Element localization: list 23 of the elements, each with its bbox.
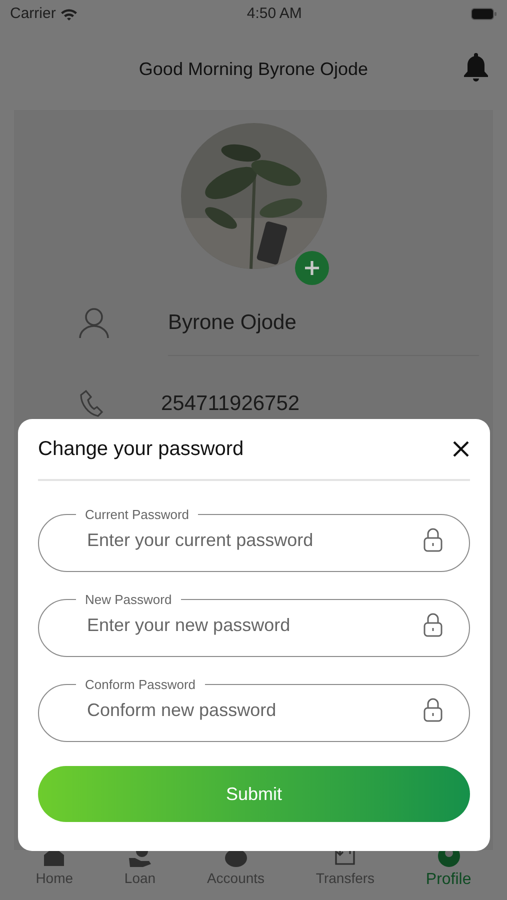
add-photo-button[interactable] [294, 251, 328, 285]
password-field[interactable]: Conform Password Conform new password [38, 678, 470, 742]
field-label: Current Password [84, 508, 190, 521]
notification-bell-icon[interactable] [463, 52, 489, 82]
submit-button[interactable]: Submit [38, 766, 470, 822]
user-icon [78, 307, 110, 339]
dialog-title: Change your password [38, 437, 244, 462]
lock-icon [423, 697, 443, 723]
field-label: New Password [84, 593, 173, 606]
phone-icon [78, 389, 104, 419]
status-time: 4:50 AM [246, 4, 302, 24]
wifi-icon [60, 8, 78, 20]
password-field[interactable]: Current Password Enter your current password [38, 508, 470, 572]
password-field[interactable]: New Password Enter your new password [38, 593, 470, 657]
lock-icon [423, 527, 443, 553]
phone-number: 254711926752 [161, 391, 300, 418]
carrier-text: Carrier [10, 4, 56, 24]
battery-icon [470, 8, 497, 20]
plus-icon [304, 260, 320, 276]
lock-icon [423, 612, 443, 638]
screen-title: Good Morning Byrone Ojode [138, 58, 368, 81]
field-label: Conform Password [84, 678, 197, 691]
profile-name: Byrone Ojode [168, 310, 296, 336]
